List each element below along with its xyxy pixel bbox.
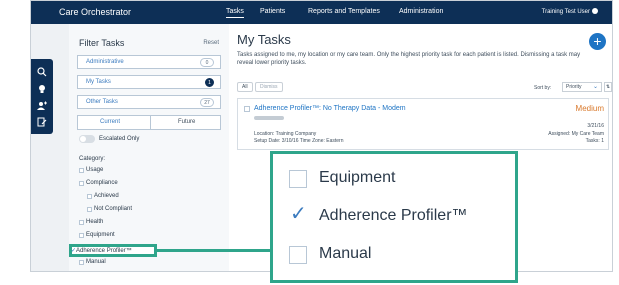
nav-reports-templates[interactable]: Reports and Templates xyxy=(308,8,380,15)
user-menu-icon xyxy=(592,8,598,14)
task-checkbox[interactable] xyxy=(244,106,250,112)
escalated-toggle[interactable] xyxy=(79,135,95,143)
zoom-manual-label: Manual xyxy=(319,245,372,262)
filter-administrative[interactable]: Administrative 0 xyxy=(77,55,221,69)
sort-direction-icon[interactable]: ⇅ xyxy=(604,82,612,92)
intro-text: Tasks assigned to me, my location or my … xyxy=(237,52,581,66)
nav-tasks[interactable]: Tasks xyxy=(226,8,244,18)
left-icon-rail xyxy=(31,59,53,134)
category-equipment-label: Equipment xyxy=(86,232,115,238)
segment-divider xyxy=(150,116,151,129)
task-card[interactable]: Adherence Profiler™: No Therapy Data - M… xyxy=(237,98,609,150)
task-assigned: Assigned: My Care Team xyxy=(548,131,604,137)
category-usage-label: Usage xyxy=(86,167,104,173)
edit-document-icon[interactable] xyxy=(37,117,47,127)
category-health-label: Health xyxy=(86,219,104,225)
category-not-compliant-label: Not Compliant xyxy=(94,206,133,212)
filter-other-tasks-label: Other Tasks xyxy=(86,99,118,105)
time-segment-control: Current Future xyxy=(77,115,221,130)
category-compliance-label: Compliance xyxy=(86,180,118,186)
category-manual-label: Manual xyxy=(86,259,106,265)
user-menu[interactable]: Training Test User xyxy=(542,8,598,15)
zoom-equipment-label: Equipment xyxy=(319,169,396,186)
filter-other-tasks-count: 27 xyxy=(200,98,214,107)
segment-current[interactable]: Current xyxy=(100,119,120,125)
sort-label: Sort by: xyxy=(534,85,552,91)
filter-my-tasks-count: 1 xyxy=(205,78,214,87)
task-setup-date: Setup Date: 3/10/16 Time Zone: Eastern xyxy=(254,138,344,144)
task-priority: Medium xyxy=(575,104,604,113)
filter-my-tasks[interactable]: My Tasks 1 xyxy=(77,75,221,89)
dismiss-button[interactable]: Dismiss xyxy=(255,82,283,92)
user-name: Training Test User xyxy=(541,9,590,15)
filter-my-tasks-label: My Tasks xyxy=(86,79,111,85)
filter-title: Filter Tasks xyxy=(79,38,125,48)
reset-link[interactable]: Reset xyxy=(203,40,219,46)
nav-administration[interactable]: Administration xyxy=(399,8,443,15)
filter-administrative-label: Administrative xyxy=(86,59,124,65)
category-usage-checkbox[interactable] xyxy=(79,168,84,173)
search-icon[interactable] xyxy=(37,67,47,77)
segment-future[interactable]: Future xyxy=(178,119,195,125)
page-title: My Tasks xyxy=(237,32,291,47)
app-brand: Care Orchestrator xyxy=(59,7,132,17)
top-navigation-bar: Care Orchestrator Tasks Patients Reports… xyxy=(31,1,612,24)
category-label: Category: xyxy=(79,156,106,162)
category-achieved-checkbox[interactable] xyxy=(87,194,92,199)
add-task-button[interactable]: + xyxy=(589,33,606,50)
task-date: 3/21/16 xyxy=(587,123,604,129)
zoom-adherence-profiler-label: Adherence Profiler™ xyxy=(319,207,468,224)
patient-name-redacted xyxy=(254,116,284,120)
category-manual-checkbox[interactable] xyxy=(79,260,84,265)
escalated-label: Escalated Only xyxy=(99,136,140,142)
category-not-compliant-checkbox[interactable] xyxy=(87,207,92,212)
filter-administrative-count: 0 xyxy=(200,58,214,67)
sort-select[interactable]: Priority ⌄ xyxy=(562,82,602,92)
select-all-button[interactable]: All xyxy=(237,82,253,92)
filter-other-tasks[interactable]: Other Tasks 27 xyxy=(77,95,221,109)
callout-connector xyxy=(155,249,272,252)
sort-value: Priority xyxy=(566,84,582,90)
filter-panel: Filter Tasks Reset Administrative 0 My T… xyxy=(69,24,229,271)
chevron-down-icon: ⌄ xyxy=(592,84,598,90)
zoom-callout-panel: Equipment ✓ Adherence Profiler™ Manual xyxy=(270,151,518,283)
checkmark-icon[interactable]: ✓ xyxy=(290,204,308,224)
nav-patients[interactable]: Patients xyxy=(260,8,285,15)
add-user-icon[interactable] xyxy=(37,101,47,111)
zoom-manual-checkbox[interactable] xyxy=(289,246,307,264)
task-location: Location: Training Company xyxy=(254,131,317,137)
category-compliance-checkbox[interactable] xyxy=(79,181,84,186)
category-health-checkbox[interactable] xyxy=(79,220,84,225)
highlighted-category-label: Adherence Profiler™ xyxy=(76,248,132,254)
category-equipment-checkbox[interactable] xyxy=(79,233,84,238)
zoom-equipment-checkbox[interactable] xyxy=(289,170,307,188)
category-achieved-label: Achieved xyxy=(94,193,119,199)
task-name[interactable]: Adherence Profiler™: No Therapy Data - M… xyxy=(254,105,406,112)
task-count: Tasks: 1 xyxy=(585,138,604,144)
highlighted-category-adherence-profiler[interactable]: ✓ Adherence Profiler™ xyxy=(69,244,157,257)
lightbulb-icon[interactable] xyxy=(37,84,47,94)
